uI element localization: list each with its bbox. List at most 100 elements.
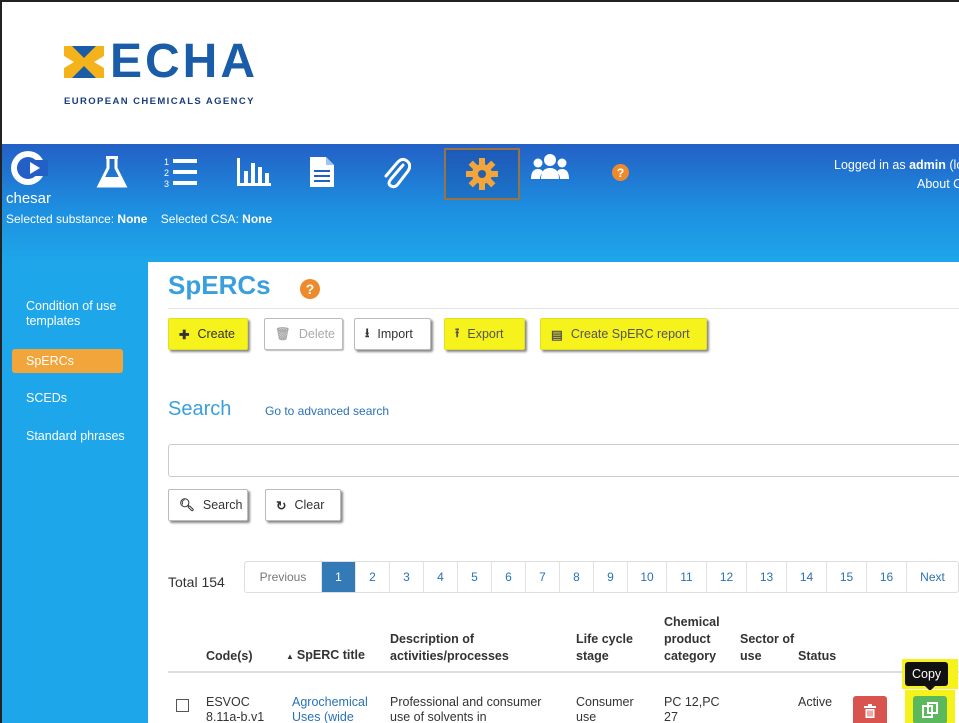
echa-logo: ECHA EUROPEAN CHEMICALS AGENCY [64, 38, 255, 107]
copy-tooltip: Copy [905, 662, 949, 686]
page-title: SpERCs [168, 270, 271, 300]
sidebar-item-condition-of-use-templates[interactable]: Condition of use templates [26, 299, 136, 329]
document-icon[interactable] [302, 152, 342, 192]
column-life-cycle-stage[interactable]: Life cycle stage [576, 631, 651, 665]
clear-button-label: Clear [294, 498, 325, 512]
column-sperc-title[interactable]: ▲ SpERC title [286, 647, 386, 665]
login-prefix: Logged in as [834, 158, 906, 172]
logo-bar: ECHA EUROPEAN CHEMICALS AGENCY [2, 2, 959, 144]
cell-chemical-product-category: PC 12,PC 27 [664, 695, 720, 723]
cell-description: Professional and consumer use of solvent… [390, 695, 542, 723]
page-16[interactable]: 16 [866, 562, 906, 592]
chesar-logo-icon[interactable] [8, 148, 48, 188]
plus-icon: ✚ [179, 327, 190, 342]
list-icon[interactable]: 123 [162, 152, 202, 192]
download-icon: ⭳ [365, 325, 370, 340]
settings-nav-item[interactable] [444, 148, 520, 200]
refresh-icon: ↻ [276, 498, 287, 513]
about-link[interactable]: About C [917, 177, 959, 191]
page-5[interactable]: 5 [457, 562, 491, 592]
cell-status: Active [798, 695, 833, 709]
column-sperc-title-label: SpERC title [296, 648, 365, 662]
sidebar-item-standard-phrases[interactable]: Standard phrases [26, 429, 136, 444]
search-input[interactable] [168, 444, 959, 477]
main-content: SpERCs ? ✚ Create 🗑 Delete ⭳ Import ⭱ Export… [148, 262, 959, 723]
selected-substance-label: Selected substance: [6, 212, 115, 226]
sidebar: Condition of use templates SpERCs SCEDs … [2, 262, 148, 723]
row-copy-button[interactable] [913, 696, 947, 723]
page-3[interactable]: 3 [389, 562, 423, 592]
clear-button[interactable]: ↻ Clear [265, 489, 341, 521]
search-icon: 🔍︎ [179, 497, 195, 512]
create-sperc-report-button[interactable]: ▤ Create SpERC report [540, 318, 707, 350]
export-label: Export [467, 327, 504, 341]
selected-csa-value: None [242, 212, 273, 226]
chart-icon[interactable] [234, 152, 274, 192]
svg-text:3: 3 [164, 179, 169, 189]
column-description[interactable]: Description of activities/processes [390, 631, 540, 665]
page-10[interactable]: 10 [627, 562, 666, 592]
upload-icon: ⭱ [455, 325, 460, 340]
row-delete-button[interactable] [853, 696, 887, 723]
page-14[interactable]: 14 [786, 562, 826, 592]
top-nav-bar: chesar 123 ? Logged in as admin (lo [2, 144, 959, 262]
logout-link[interactable]: (lo [949, 158, 959, 172]
selected-csa-label: Selected CSA: [160, 212, 239, 226]
import-button[interactable]: ⭳ Import [354, 318, 431, 350]
page-6[interactable]: 6 [491, 562, 525, 592]
sort-ascending-icon: ▲ [286, 652, 294, 661]
page-13[interactable]: 13 [746, 562, 786, 592]
advanced-search-link[interactable]: Go to advanced search [265, 404, 389, 418]
pagination-previous[interactable]: Previous [245, 562, 321, 592]
pagination-next[interactable]: Next [906, 562, 958, 592]
total-count: Total 154 [168, 574, 225, 590]
create-button[interactable]: ✚ Create [168, 318, 248, 350]
page-11[interactable]: 11 [666, 562, 706, 592]
flask-icon[interactable] [92, 152, 132, 192]
page-9[interactable]: 9 [593, 562, 627, 592]
delete-button[interactable]: 🗑 Delete [264, 318, 343, 350]
create-label: Create [197, 327, 236, 341]
svg-text:2: 2 [164, 168, 169, 178]
page-8[interactable]: 8 [559, 562, 593, 592]
cell-sperc-title-link[interactable]: Agrochemical Uses (wide [292, 695, 376, 723]
paperclip-icon[interactable] [376, 152, 416, 192]
title-divider [168, 308, 959, 309]
trash-icon [864, 704, 876, 718]
page-7[interactable]: 7 [525, 562, 559, 592]
report-icon: ▤ [551, 327, 563, 342]
pagination: Previous 1 2 3 4 5 6 7 8 9 10 11 12 13 1… [244, 561, 959, 593]
page-12[interactable]: 12 [706, 562, 746, 592]
sidebar-item-sceds[interactable]: SCEDs [26, 391, 136, 406]
svg-text:1: 1 [164, 157, 169, 167]
search-heading: Search [168, 398, 232, 420]
page-15[interactable]: 15 [826, 562, 866, 592]
import-label: Import [377, 327, 413, 341]
row-checkbox[interactable] [176, 699, 189, 712]
copy-icon [922, 702, 938, 718]
trash-icon: 🗑 [275, 326, 291, 341]
login-status: Logged in as admin (lo [834, 158, 959, 172]
page-1[interactable]: 1 [321, 562, 355, 592]
sidebar-item-sperc[interactable]: SpERCs [26, 354, 136, 369]
logo-wordmark: ECHA [110, 35, 259, 88]
column-status[interactable]: Status [798, 648, 858, 665]
create-sperc-report-label: Create SpERC report [570, 327, 690, 341]
gear-icon [464, 156, 500, 192]
table-header: Code(s) ▲ SpERC title Description of acti… [168, 614, 959, 673]
page-2[interactable]: 2 [355, 562, 389, 592]
export-button[interactable]: ⭱ Export [444, 318, 525, 350]
help-icon[interactable]: ? [300, 279, 320, 299]
column-sector-of-use[interactable]: Sector of use [740, 631, 795, 665]
cell-code: ESVOC 8.11a-b.v1 [206, 695, 265, 723]
page-4[interactable]: 4 [423, 562, 457, 592]
cell-life-cycle-stage: Consumer use [576, 695, 634, 723]
users-icon[interactable] [530, 148, 570, 188]
help-icon[interactable]: ? [612, 164, 629, 181]
app-name: chesar [6, 190, 52, 207]
search-button[interactable]: 🔍︎ Search [168, 489, 248, 521]
search-button-label: Search [202, 498, 243, 512]
column-codes[interactable]: Code(s) [206, 648, 286, 665]
selected-substance-value: None [117, 212, 148, 226]
column-chemical-product-category[interactable]: Chemical product category [664, 614, 736, 665]
